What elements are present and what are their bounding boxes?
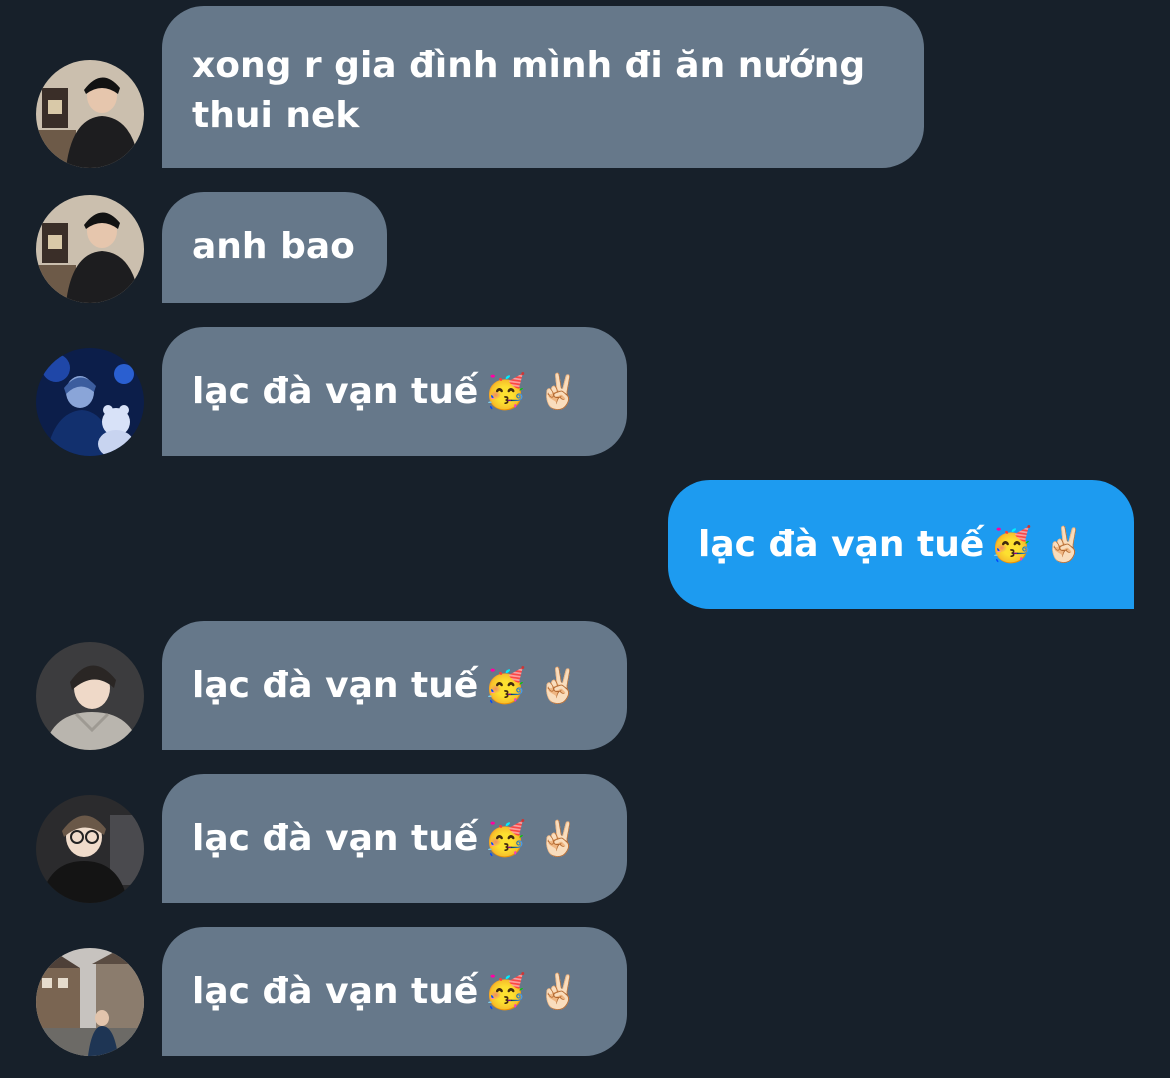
message-row-incoming: lạc đà vạn tuế 🥳 ✌🏻 — [0, 621, 1170, 750]
party-face-peace-emoji: 🥳 ✌🏻 — [484, 819, 580, 859]
sender-avatar[interactable] — [36, 60, 144, 168]
message-bubble[interactable]: lạc đà vạn tuế 🥳 ✌🏻 — [668, 480, 1134, 609]
avatar-photo-street-houses — [36, 948, 144, 1056]
sender-avatar[interactable] — [36, 948, 144, 1056]
message-bubble[interactable]: lạc đà vạn tuế 🥳 ✌🏻 — [162, 774, 627, 903]
sender-avatar[interactable] — [36, 795, 144, 903]
sender-avatar[interactable] — [36, 195, 144, 303]
message-bubble[interactable]: anh bao — [162, 192, 387, 303]
avatar-photo-boy-dark-hoodie — [36, 60, 144, 168]
message-text: lạc đà vạn tuế — [192, 665, 479, 706]
party-face-peace-emoji: 🥳 ✌🏻 — [484, 972, 580, 1012]
message-bubble[interactable]: lạc đà vạn tuế 🥳 ✌🏻 — [162, 327, 627, 456]
message-bubble[interactable]: lạc đà vạn tuế 🥳 ✌🏻 — [162, 927, 627, 1056]
avatar-photo-boy-dark-hoodie — [36, 195, 144, 303]
message-row-incoming: xong r gia đình mình đi ăn nướng thui ne… — [0, 6, 1170, 168]
party-face-peace-emoji: 🥳 ✌🏻 — [990, 525, 1086, 565]
sender-avatar[interactable] — [36, 642, 144, 750]
avatar-photo-boy-grey-hoodie — [36, 642, 144, 750]
message-bubble[interactable]: lạc đà vạn tuế 🥳 ✌🏻 — [162, 621, 627, 750]
message-row-incoming: anh bao — [0, 192, 1170, 303]
message-row-incoming: lạc đà vạn tuế 🥳 ✌🏻 — [0, 327, 1170, 456]
message-text: lạc đà vạn tuế — [698, 524, 985, 565]
sender-avatar[interactable] — [36, 348, 144, 456]
party-face-peace-emoji: 🥳 ✌🏻 — [484, 372, 580, 412]
party-face-peace-emoji: 🥳 ✌🏻 — [484, 666, 580, 706]
message-row-incoming: lạc đà vạn tuế 🥳 ✌🏻 — [0, 927, 1170, 1056]
message-text: lạc đà vạn tuế — [192, 818, 479, 859]
message-bubble[interactable]: xong r gia đình mình đi ăn nướng thui ne… — [162, 6, 924, 168]
message-text: lạc đà vạn tuế — [192, 371, 479, 412]
message-row-outgoing: lạc đà vạn tuế 🥳 ✌🏻 — [0, 480, 1170, 609]
message-text: xong r gia đình mình đi ăn nướng thui ne… — [192, 45, 866, 136]
avatar-photo-boy-glasses — [36, 795, 144, 903]
message-text: anh bao — [192, 226, 355, 267]
message-row-incoming: lạc đà vạn tuế 🥳 ✌🏻 — [0, 774, 1170, 903]
message-text: lạc đà vạn tuế — [192, 971, 479, 1012]
avatar-photo-blue-night-teddy — [36, 348, 144, 456]
